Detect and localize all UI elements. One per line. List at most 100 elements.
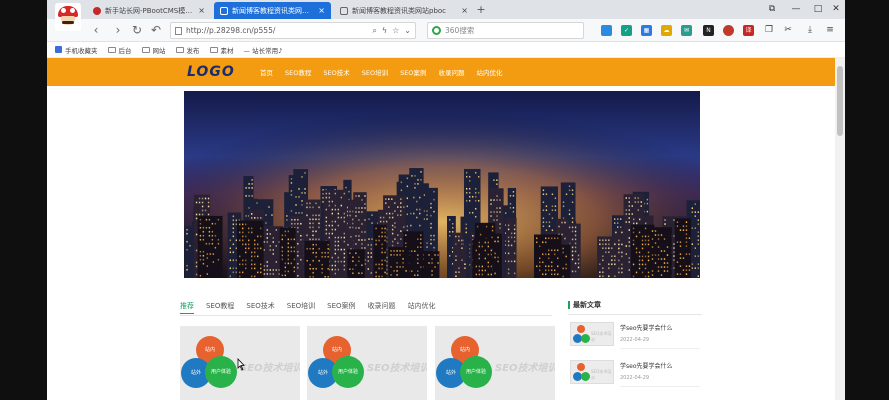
tab-recommended[interactable]: 推荐 (180, 301, 194, 314)
building-window (266, 241, 268, 243)
building-window (641, 243, 644, 246)
shield-icon[interactable]: ✓ (621, 25, 632, 36)
building-window (291, 222, 293, 225)
c-extension-icon[interactable] (723, 25, 734, 36)
forward-button[interactable]: › (111, 23, 125, 37)
building-window (322, 193, 324, 195)
article-title[interactable]: 学seo先要学会什么 (620, 323, 673, 332)
nav-seo-tech[interactable]: SEO技术 (323, 67, 349, 77)
building-window (290, 262, 293, 265)
city-banner-image[interactable] (184, 91, 700, 278)
tab-close-icon[interactable]: × (461, 6, 468, 15)
latest-article-1[interactable]: SEO技术培训 学seo先要学会什么 2022-04-29 (570, 322, 700, 350)
nav-seo-training[interactable]: SEO培训 (362, 67, 388, 77)
page-info-icon[interactable] (175, 26, 182, 35)
building-window (644, 263, 647, 266)
back-button[interactable]: ‹ (89, 23, 103, 37)
scissors-icon[interactable]: ✂ (782, 24, 794, 36)
browser-logo-icon[interactable] (55, 3, 81, 31)
flash-icon[interactable]: ϟ (382, 26, 387, 35)
browser-tab-2-active[interactable]: 新闻博客教程资讯类网站pbo × (214, 2, 331, 19)
building-window (694, 203, 697, 205)
bookmark-folder-site[interactable]: 网站 (141, 45, 166, 55)
building-window (229, 267, 232, 270)
browser-tab-3[interactable]: 新闻博客教程资讯类网站pboc × (334, 2, 474, 19)
article-title[interactable]: 学seo先要学会什么 (620, 361, 673, 370)
star-icon[interactable]: ☆ (392, 26, 399, 35)
bookmark-folder-admin[interactable]: 后台 (107, 45, 132, 55)
grid-app-icon[interactable] (601, 25, 612, 36)
building-window (361, 223, 363, 225)
nav-seo-cases[interactable]: SEO案例 (400, 67, 426, 77)
building-window (384, 227, 386, 230)
building-window (507, 268, 510, 271)
building-window (571, 217, 574, 220)
bookmark-folder-publish[interactable]: 发布 (175, 45, 200, 55)
undo-close-button[interactable]: ↶ (149, 23, 163, 37)
building-window (465, 231, 467, 234)
mail-icon[interactable]: ✉ (681, 25, 692, 36)
building-window (239, 231, 241, 234)
page-scrollbar[interactable] (835, 58, 845, 400)
tab-onsite[interactable]: 站内优化 (408, 301, 436, 313)
building-window (309, 238, 311, 241)
building-window (405, 270, 407, 272)
building-window (638, 255, 641, 258)
building-window (682, 225, 685, 227)
close-window-button[interactable]: ✕ (825, 2, 845, 17)
bookmark-folder-assets[interactable]: 素材 (209, 45, 234, 55)
copy-icon[interactable]: ❐ (763, 24, 775, 36)
scrollbar-thumb[interactable] (837, 66, 843, 136)
chevron-down-icon[interactable]: ⌄ (404, 26, 411, 35)
nav-home[interactable]: 首页 (260, 67, 273, 77)
article-card-1[interactable]: 站内 站外 用户体验 SEO技术培训 (180, 326, 300, 400)
tab-close-icon[interactable]: × (318, 6, 325, 15)
nav-onsite[interactable]: 站内优化 (476, 67, 502, 77)
building-window (496, 207, 498, 209)
building-window (384, 251, 386, 254)
restore-icon[interactable]: ⧉ (761, 2, 783, 17)
address-bar[interactable]: http://p.28298.cn/p555/ ⌕ ϟ ☆ ⌄ (170, 22, 416, 39)
tab-close-icon[interactable]: × (198, 6, 205, 15)
building-window (496, 199, 498, 201)
building-window (490, 215, 492, 217)
menu-icon[interactable]: ≡ (824, 24, 836, 36)
article-card-2[interactable]: 站内 站外 用户体验 SEO技术培训 (307, 326, 427, 400)
search-icon[interactable]: ⌕ (372, 26, 376, 36)
article-thumbnail[interactable]: SEO技术培训 (570, 322, 614, 346)
new-tab-button[interactable]: + (474, 2, 488, 17)
article-thumbnail[interactable]: SEO技术培训 (570, 360, 614, 384)
nav-seo-tutorial[interactable]: SEO教程 (285, 67, 311, 77)
cloud-icon[interactable]: ☁ (661, 25, 672, 36)
reload-button[interactable]: ↻ (130, 23, 144, 37)
search-input[interactable]: 360搜索 (445, 25, 474, 36)
tab-seo-tech[interactable]: SEO技术 (246, 301, 274, 313)
browser-tab-1[interactable]: 新手站长网-PBootCMS模板-F × (87, 2, 211, 19)
building-window (248, 227, 250, 230)
bookmark-webmaster[interactable]: — 站长常用♪ (244, 45, 283, 55)
building-window (206, 257, 209, 259)
article-card-3[interactable]: 站内 站外 用户体验 SEO技术培训 (435, 326, 555, 400)
bookmark-mobile-favorites[interactable]: 手机收藏夹 (55, 45, 98, 55)
building-window (406, 225, 409, 228)
tab-indexing[interactable]: 收录问题 (368, 301, 396, 313)
building-window (420, 179, 422, 181)
url-text[interactable]: http://p.28298.cn/p555/ (186, 26, 367, 35)
building-window (318, 214, 320, 217)
building-window (324, 251, 326, 254)
tab-seo-training[interactable]: SEO培训 (287, 301, 315, 313)
building-window (507, 240, 510, 243)
latest-article-2[interactable]: SEO技术培训 学seo先要学会什么 2022-04-29 (570, 360, 700, 388)
tab-seo-tutorial[interactable]: SEO教程 (206, 301, 234, 313)
notes-icon[interactable]: N (703, 25, 714, 36)
site-logo[interactable]: LOGO (187, 64, 235, 80)
nav-indexing[interactable]: 收录问题 (438, 67, 464, 77)
download-icon[interactable]: ⤓ (804, 24, 816, 36)
grid-extension-icon[interactable]: ▦ (641, 25, 652, 36)
minimize-button[interactable]: — (785, 2, 807, 17)
tab-seo-cases[interactable]: SEO案例 (327, 301, 355, 313)
translate-icon[interactable]: 译 (743, 25, 754, 36)
search-box[interactable]: 360搜索 (427, 22, 584, 39)
building-window (331, 212, 334, 215)
building-window (561, 233, 563, 236)
